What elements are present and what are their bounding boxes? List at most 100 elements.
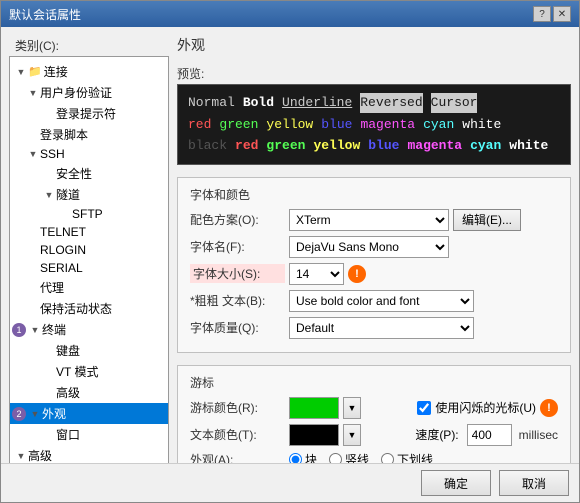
tree-item-advanced-terminal[interactable]: 高级 — [10, 382, 168, 403]
preview-green-bold: green — [266, 136, 305, 156]
tree-item-advanced2[interactable]: ▼ 高级 — [10, 445, 168, 463]
main-dialog: 默认会话属性 ? ✕ 类别(C): ▼ 📁 连接 ▼ — [0, 0, 580, 503]
preview-bold: Bold — [243, 93, 274, 113]
preview-magenta: magenta — [360, 115, 415, 135]
appearance-label: 外观(A): — [190, 451, 285, 464]
color-scheme-row: 配色方案(O): XTerm VGA 编辑(E)... — [190, 209, 558, 231]
cursor-color-row: 游标颜色(R): ▼ 使用闪烁的光标(U) ! — [190, 397, 558, 419]
section-title: 外观 — [177, 35, 571, 55]
preview-white: white — [462, 115, 501, 135]
help-button[interactable]: ? — [533, 6, 551, 22]
font-quality-row: 字体质量(Q): Default Antialiased — [190, 317, 558, 339]
text-color-dropdown-btn[interactable]: ▼ — [343, 424, 361, 446]
preview-black: black — [188, 136, 227, 156]
preview-blue: blue — [321, 115, 352, 135]
cursor-blink-checkbox[interactable] — [417, 401, 431, 415]
dialog-footer: 确定 取消 — [1, 463, 579, 502]
title-bar: 默认会话属性 ? ✕ — [1, 1, 579, 27]
preview-cyan-bold: cyan — [470, 136, 501, 156]
bold-text-row: *粗粗 文本(B): Use bold color and font Use b… — [190, 290, 558, 312]
tree-item-proxy[interactable]: 代理 — [10, 277, 168, 298]
text-color-swatch[interactable] — [289, 424, 339, 446]
tree-item-sftp[interactable]: SFTP — [10, 205, 168, 223]
preview-yellow: yellow — [266, 115, 313, 135]
toggle-auth[interactable]: ▼ — [26, 88, 40, 98]
toggle-advanced2[interactable]: ▼ — [14, 451, 28, 461]
tree-item-login-script[interactable]: 登录脚本 — [10, 124, 168, 145]
radio-block-label[interactable]: 块 — [305, 451, 317, 464]
font-quality-select[interactable]: Default Antialiased — [289, 317, 474, 339]
text-color-label: 文本颜色(T): — [190, 426, 285, 443]
tree-item-auth[interactable]: ▼ 用户身份验证 — [10, 82, 168, 103]
preview-normal: Normal — [188, 93, 235, 113]
cursor-color-swatch[interactable] — [289, 397, 339, 419]
radio-underline-input[interactable] — [381, 453, 394, 464]
preview-magenta-bold: magenta — [407, 136, 462, 156]
cursor-color-label: 游标颜色(R): — [190, 399, 285, 416]
tree-item-terminal[interactable]: 1 ▼ 终端 — [10, 319, 168, 340]
tree-item-appearance[interactable]: 2 ▼ 外观 — [10, 403, 168, 424]
tree-item-connection[interactable]: ▼ 📁 连接 — [10, 61, 168, 82]
font-section-title: 字体和颜色 — [190, 186, 558, 203]
tree-item-window[interactable]: 窗口 — [10, 424, 168, 445]
radio-block-input[interactable] — [289, 453, 302, 464]
font-size-select[interactable]: 14 12 16 — [289, 263, 344, 285]
preview-yellow-bold: yellow — [313, 136, 360, 156]
preview-reversed: Reversed — [360, 93, 422, 113]
color-scheme-select[interactable]: XTerm VGA — [289, 209, 449, 231]
preview-green: green — [219, 115, 258, 135]
font-name-label: 字体名(F): — [190, 238, 285, 255]
toggle-ssh[interactable]: ▼ — [26, 149, 40, 159]
edit-button[interactable]: 编辑(E)... — [453, 209, 521, 231]
bold-text-select[interactable]: Use bold color and font Use bold font Us… — [289, 290, 474, 312]
preview-label: 预览: — [177, 65, 571, 82]
dialog-body: 类别(C): ▼ 📁 连接 ▼ 用户身份验证 — [1, 27, 579, 463]
font-name-select[interactable]: DejaVu Sans Mono Courier New — [289, 236, 449, 258]
cancel-button[interactable]: 取消 — [499, 470, 569, 496]
speed-input[interactable] — [467, 424, 512, 446]
toggle-terminal[interactable]: ▼ — [28, 325, 42, 335]
terminal-badge: 1 — [12, 323, 26, 337]
right-panel: 外观 预览: Normal Bold Underline Reversed Cu… — [177, 35, 571, 455]
preview-row3: black red green yellow blue magenta cyan… — [188, 136, 560, 156]
tree-item-tunnel[interactable]: ▼ 隧道 — [10, 184, 168, 205]
font-size-warn-icon: ! — [348, 265, 366, 283]
tree-item-login-prompt[interactable]: 登录提示符 — [10, 103, 168, 124]
radio-vline-input[interactable] — [329, 453, 342, 464]
tree-item-ssh[interactable]: ▼ SSH — [10, 145, 168, 163]
cursor-color-dropdown-btn[interactable]: ▼ — [343, 397, 361, 419]
tree-item-telnet[interactable]: TELNET — [10, 223, 168, 241]
tree-item-serial[interactable]: SERIAL — [10, 259, 168, 277]
preview-cyan: cyan — [423, 115, 454, 135]
preview-row2: red green yellow blue magenta cyan white — [188, 115, 560, 135]
font-size-label: 字体大小(S): — [190, 264, 285, 283]
category-label: 类别(C): — [9, 35, 169, 56]
radio-underline-label[interactable]: 下划线 — [397, 451, 433, 464]
dialog-title: 默认会话属性 — [9, 6, 81, 23]
font-quality-label: 字体质量(Q): — [190, 319, 285, 336]
toggle-connection[interactable]: ▼ — [14, 67, 28, 77]
ok-button[interactable]: 确定 — [421, 470, 491, 496]
tree-item-security[interactable]: 安全性 — [10, 163, 168, 184]
radio-vline-label[interactable]: 竖线 — [345, 451, 369, 464]
left-panel-container: 类别(C): ▼ 📁 连接 ▼ 用户身份验证 — [9, 35, 169, 455]
cursor-blink-warn-icon: ! — [540, 399, 558, 417]
text-color-row: 文本颜色(T): ▼ 速度(P): millisec — [190, 424, 558, 446]
preview-row1: Normal Bold Underline Reversed Cursor — [188, 93, 560, 113]
preview-underline: Underline — [282, 93, 352, 113]
font-size-row: 字体大小(S): 14 12 16 ! — [190, 263, 558, 285]
preview-red-bold: red — [235, 136, 258, 156]
toggle-appearance[interactable]: ▼ — [28, 409, 42, 419]
font-name-row: 字体名(F): DejaVu Sans Mono Courier New — [190, 236, 558, 258]
tree-item-vt-modes[interactable]: VT 模式 — [10, 361, 168, 382]
folder-icon: 📁 — [28, 65, 42, 78]
tree-item-keepalive[interactable]: 保持活动状态 — [10, 298, 168, 319]
cursor-blink-label[interactable]: 使用闪烁的光标(U) — [435, 399, 536, 416]
toggle-tunnel[interactable]: ▼ — [42, 190, 56, 200]
close-button[interactable]: ✕ — [553, 6, 571, 22]
tree-item-rlogin[interactable]: RLOGIN — [10, 241, 168, 259]
title-bar-buttons: ? ✕ — [533, 6, 571, 22]
color-scheme-label: 配色方案(O): — [190, 211, 285, 228]
tree-item-keyboard[interactable]: 键盘 — [10, 340, 168, 361]
radio-vline: 竖线 — [329, 451, 369, 464]
